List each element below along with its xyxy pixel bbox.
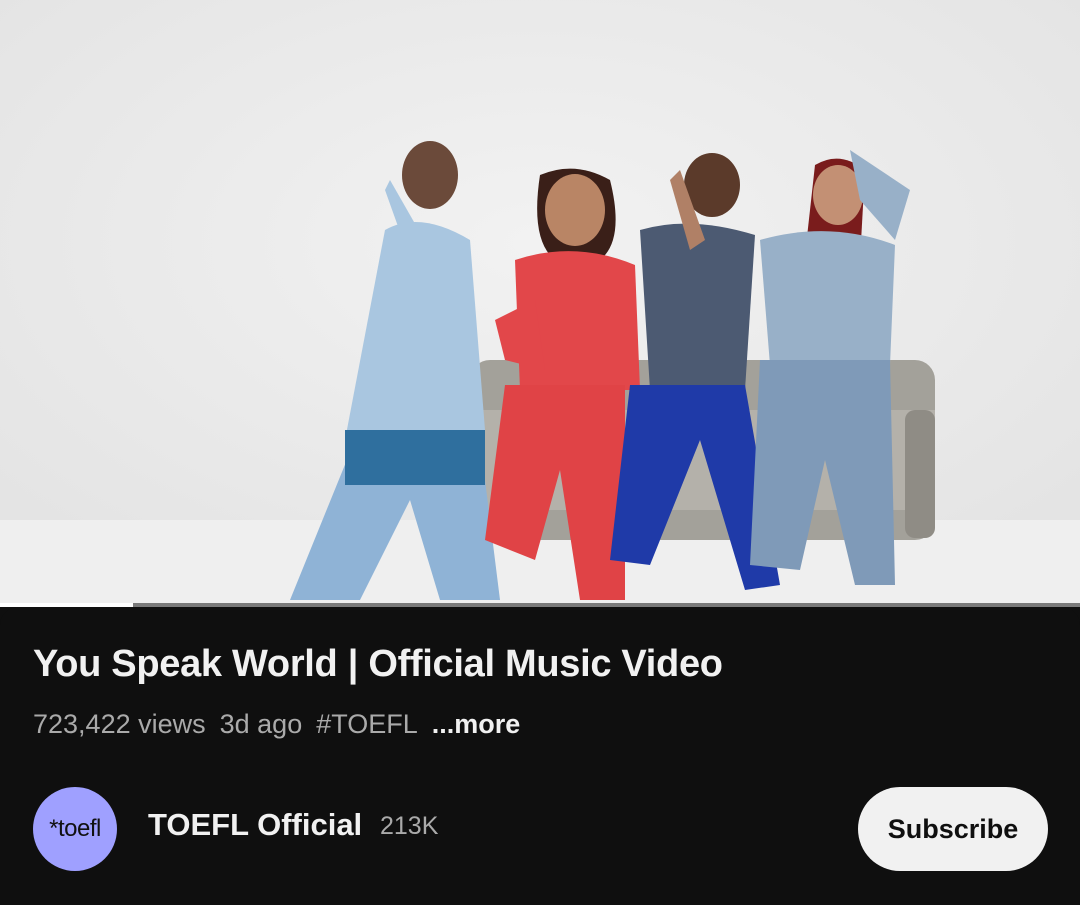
more-button[interactable]: ...more — [432, 709, 521, 740]
upload-age: 3d ago — [219, 709, 303, 739]
view-count: 723,422 views — [33, 709, 206, 739]
subscriber-count: 213K — [380, 812, 439, 840]
video-title[interactable]: You Speak World | Official Music Video — [33, 643, 723, 686]
subscribe-button[interactable]: Subscribe — [858, 787, 1048, 871]
video-player[interactable] — [0, 0, 1080, 607]
video-info-panel: You Speak World | Official Music Video 7… — [0, 607, 1080, 905]
hashtag-link[interactable]: #TOEFL — [316, 709, 418, 740]
video-frame-image — [0, 0, 1080, 607]
channel-row: *toefl TOEFL Official 213K Subscribe — [33, 787, 1048, 871]
channel-avatar[interactable]: *toefl — [33, 787, 117, 871]
video-meta-row[interactable]: 723,422 views 3d ago #TOEFL ...more — [33, 709, 520, 740]
channel-name[interactable]: TOEFL Official — [148, 807, 362, 843]
